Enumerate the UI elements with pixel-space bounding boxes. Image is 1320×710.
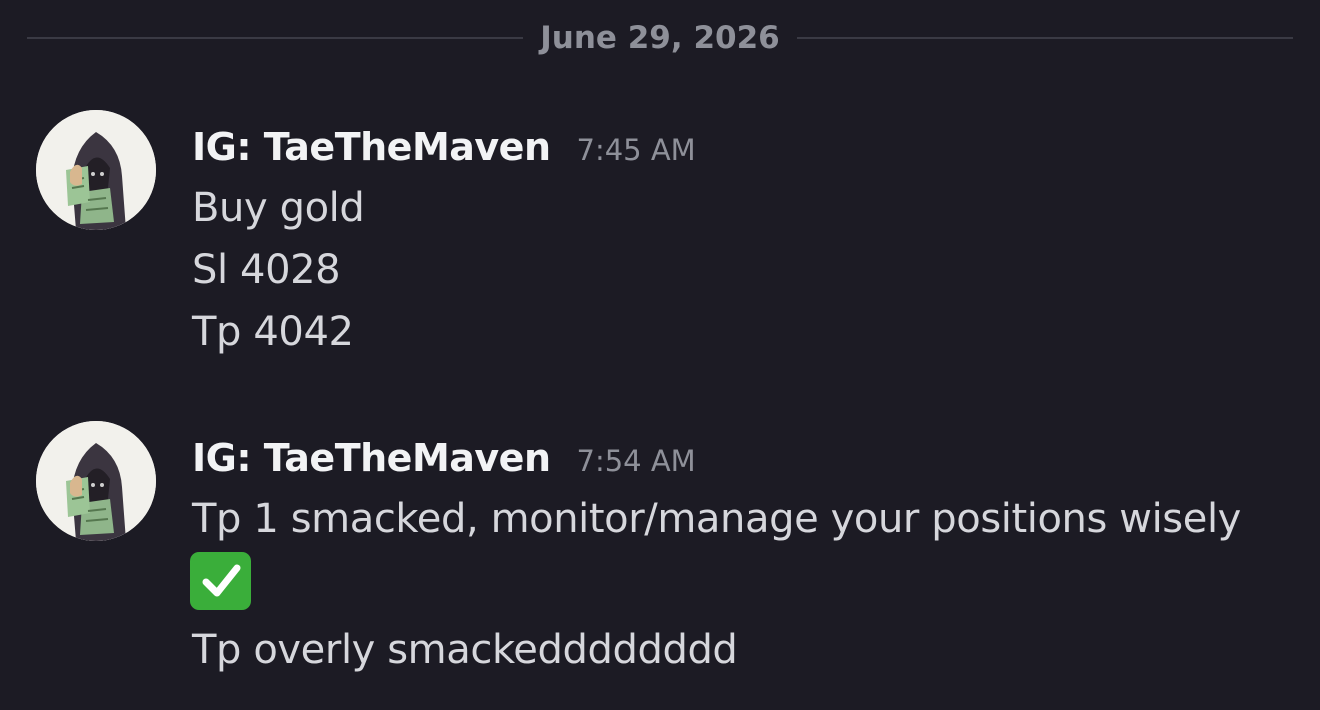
message-text: Buy gold [192,185,365,231]
message-header: IG: TaeTheMaven 7:54 AM [192,433,696,483]
date-divider-label: June 29, 2026 [540,20,780,56]
username[interactable]: IG: TaeTheMaven [192,433,551,483]
username[interactable]: IG: TaeTheMaven [192,122,551,172]
date-divider-line-left [27,37,523,39]
avatar-hooded-figure-icon [36,110,156,230]
avatar-hooded-figure-icon [36,421,156,541]
message-text: Tp 4042 [192,309,354,355]
message-text: Sl 4028 [192,247,341,293]
timestamp[interactable]: 7:45 AM [577,125,696,175]
message-text: Tp overly smackedddddddd [192,627,738,673]
timestamp[interactable]: 7:54 AM [577,436,696,486]
message-text: Tp 1 smacked, monitor/manage your positi… [192,496,1241,542]
avatar[interactable] [36,421,156,541]
message-header: IG: TaeTheMaven 7:45 AM [192,122,696,172]
date-divider-line-right [797,37,1293,39]
avatar[interactable] [36,110,156,230]
check-mark-button-icon [190,552,251,610]
